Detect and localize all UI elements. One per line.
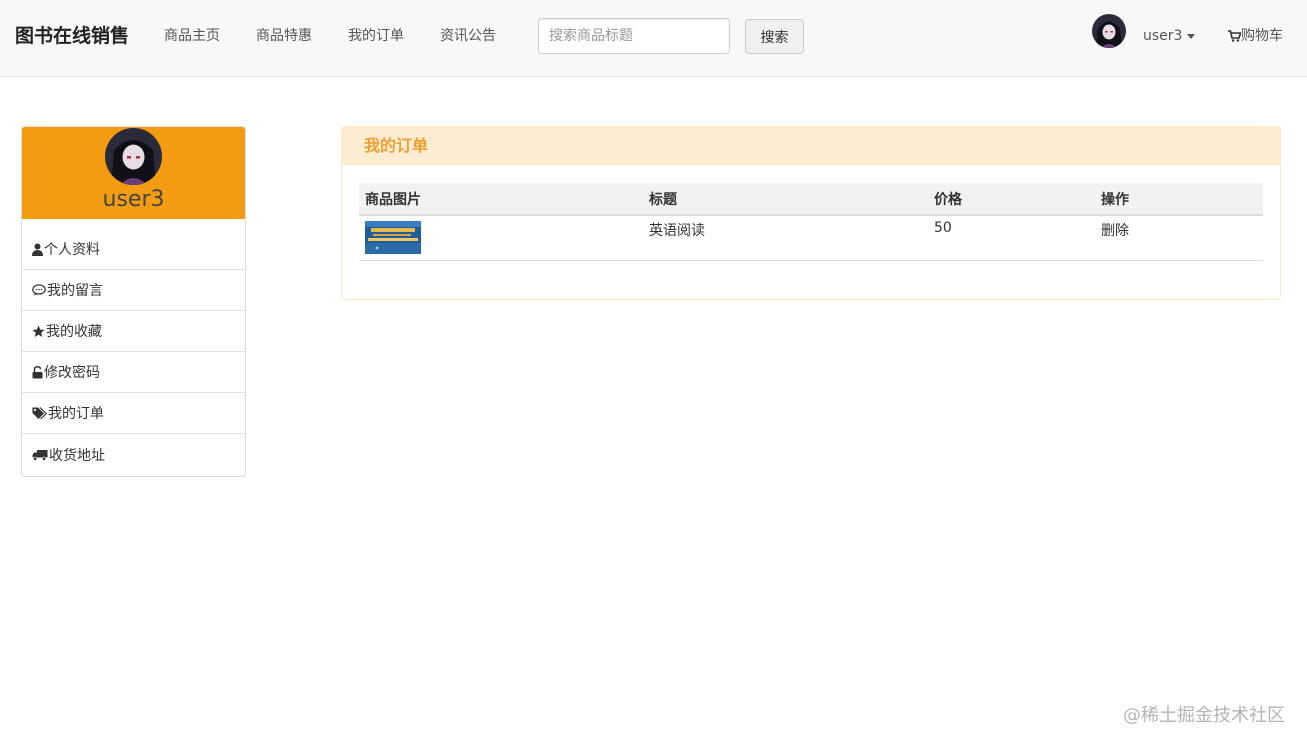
search-button[interactable]: 搜索 bbox=[745, 19, 804, 54]
action-cell: 删除 bbox=[1095, 215, 1263, 261]
user-icon bbox=[32, 243, 43, 256]
profile-header: user3 bbox=[22, 127, 245, 219]
caret-down-icon bbox=[1187, 33, 1196, 39]
tags-icon bbox=[32, 406, 47, 419]
shopping-cart-icon bbox=[1228, 30, 1242, 42]
nav-link-my-orders[interactable]: 我的订单 bbox=[348, 26, 404, 46]
brand-title[interactable]: 图书在线销售 bbox=[15, 23, 129, 49]
product-title-cell: 英语阅读 bbox=[643, 215, 928, 261]
column-header-action: 操作 bbox=[1095, 183, 1263, 216]
user-dropdown[interactable]: user3 bbox=[1143, 26, 1196, 46]
watermark: @稀土掘金技术社区 bbox=[1123, 705, 1285, 726]
sidebar-menu: 个人资料 我的留言 我的收藏 修改密码 我的订单 收货地址 bbox=[22, 229, 245, 475]
panel-title: 我的订单 bbox=[342, 127, 1280, 165]
search-input[interactable] bbox=[538, 18, 730, 54]
sidebar-item-my-orders[interactable]: 我的订单 bbox=[22, 393, 245, 434]
table-row: 英语阅读 50 删除 bbox=[359, 215, 1263, 261]
cart-link[interactable]: 购物车 bbox=[1228, 26, 1283, 46]
sidebar-item-label: 我的收藏 bbox=[46, 324, 102, 340]
column-header-title: 标题 bbox=[643, 183, 928, 216]
comment-icon bbox=[32, 284, 46, 296]
nav-link-home[interactable]: 商品主页 bbox=[164, 26, 220, 46]
sidebar-item-label: 我的留言 bbox=[47, 283, 103, 299]
nav-link-news[interactable]: 资讯公告 bbox=[440, 26, 496, 46]
product-price-cell: 50 bbox=[928, 215, 1095, 261]
avatar[interactable] bbox=[1092, 14, 1126, 48]
sidebar-item-label: 收货地址 bbox=[49, 447, 105, 464]
unlock-icon bbox=[32, 365, 43, 378]
truck-icon bbox=[32, 449, 48, 461]
orders-panel: 我的订单 商品图片 标题 价格 操作 英语阅读 50 删除 bbox=[341, 126, 1281, 300]
sidebar-item-profile[interactable]: 个人资料 bbox=[22, 229, 245, 270]
top-navbar: 图书在线销售 商品主页 商品特惠 我的订单 资讯公告 搜索 user3 购物车 bbox=[0, 0, 1307, 77]
orders-table: 商品图片 标题 价格 操作 英语阅读 50 删除 bbox=[359, 183, 1263, 261]
sidebar-item-label: 修改密码 bbox=[44, 365, 100, 381]
nav-link-specials[interactable]: 商品特惠 bbox=[256, 26, 312, 46]
sidebar-item-change-password[interactable]: 修改密码 bbox=[22, 352, 245, 393]
user-dropdown-label: user3 bbox=[1143, 28, 1183, 44]
delete-button[interactable]: 删除 bbox=[1101, 223, 1129, 239]
sidebar-item-label: 个人资料 bbox=[44, 242, 100, 258]
table-header-row: 商品图片 标题 价格 操作 bbox=[359, 183, 1263, 216]
sidebar-item-address[interactable]: 收货地址 bbox=[22, 434, 245, 475]
column-header-price: 价格 bbox=[928, 183, 1095, 216]
sidebar-item-label: 我的订单 bbox=[48, 406, 104, 422]
product-image-cell bbox=[359, 215, 643, 261]
sidebar-item-messages[interactable]: 我的留言 bbox=[22, 270, 245, 311]
star-icon bbox=[32, 325, 45, 337]
column-header-image: 商品图片 bbox=[359, 183, 643, 216]
profile-avatar bbox=[105, 128, 162, 185]
sidebar-item-favorites[interactable]: 我的收藏 bbox=[22, 311, 245, 352]
product-thumbnail[interactable] bbox=[365, 221, 421, 254]
cart-label: 购物车 bbox=[1241, 28, 1283, 44]
profile-username: user3 bbox=[102, 187, 165, 212]
user-sidebar: user3 个人资料 我的留言 我的收藏 修改密码 我的订单 收货地址 bbox=[21, 126, 246, 477]
